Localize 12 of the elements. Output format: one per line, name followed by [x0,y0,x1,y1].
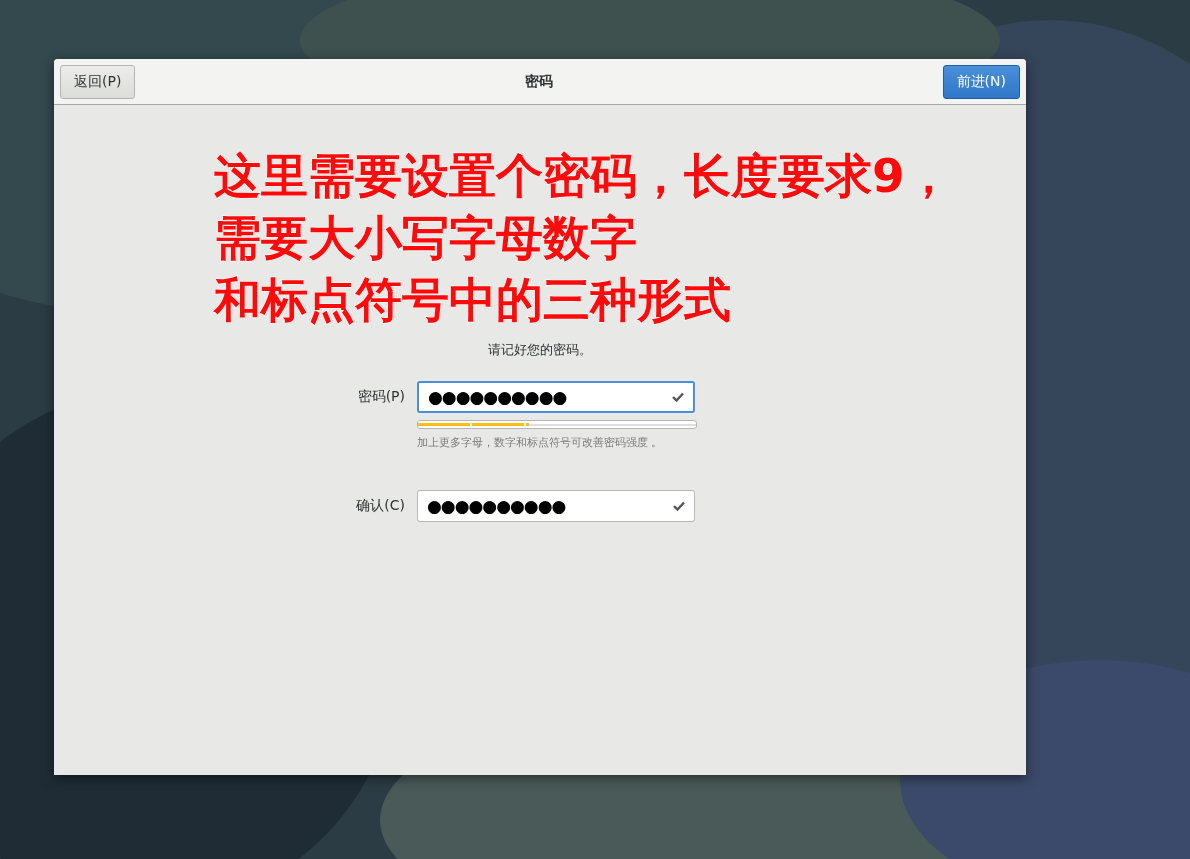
window-title: 密码 [525,72,553,91]
annotation-text: 这里需要设置个密码，长度要求9， [214,147,952,205]
subtitle: 请记好您的密码。 [488,341,592,359]
annotation-text: 需要大小写字母数字 [214,209,638,267]
field-label: 确认(C) [355,497,405,515]
password-field[interactable]: ●●●●●●●●●● [417,490,695,522]
annotation-text: 和标点符号中的三种形式 [214,271,732,329]
back-button[interactable]: 返回(P) [60,64,136,99]
field-label: 密码(P) [356,388,405,406]
strength-hint: 加上更多字母，数字和标点符号可改善密码强度 。 [417,435,664,450]
next-button[interactable]: 前进(N) [942,64,1020,99]
password-field[interactable]: ●●●●●●●●●● [417,381,695,413]
